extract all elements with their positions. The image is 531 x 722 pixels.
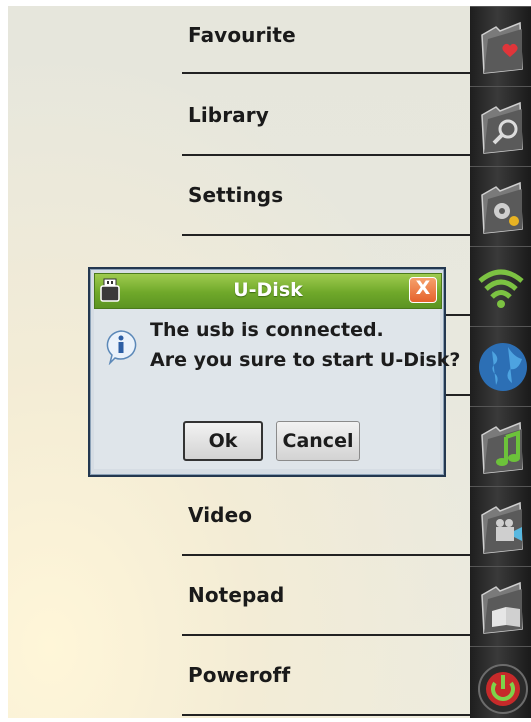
folder-book-icon[interactable] [470, 566, 531, 646]
menu-item-label: Settings [188, 183, 284, 207]
info-icon [104, 329, 138, 369]
globe-icon[interactable] [470, 326, 531, 406]
dialog-message-line-1: The usb is connected. [150, 319, 384, 341]
menu-item-favourite[interactable]: Favourite [8, 6, 470, 86]
power-icon[interactable] [470, 646, 531, 718]
ok-button[interactable]: Ok [183, 421, 263, 461]
dialog-title-bar: U-Disk X [94, 273, 442, 309]
menu-item-label: Notepad [188, 583, 285, 607]
udisk-dialog: U-Disk X The usb is connected. Are you s… [88, 267, 460, 477]
menu-item-label: Library [188, 103, 269, 127]
app-icon-sidebar [470, 6, 531, 718]
folder-heart-icon[interactable] [470, 6, 531, 86]
menu-divider [182, 714, 470, 716]
menu-divider [182, 72, 470, 74]
menu-item-poweroff[interactable]: Poweroff [8, 646, 470, 718]
menu-divider [182, 234, 470, 236]
menu-divider [182, 634, 470, 636]
folder-video-icon[interactable] [470, 486, 531, 566]
dialog-body: The usb is connected. Are you sure to st… [94, 309, 460, 469]
close-button[interactable]: X [409, 277, 437, 303]
menu-item-label: Video [188, 503, 253, 527]
dialog-title: U-Disk [233, 279, 303, 301]
menu-item-label: Favourite [188, 23, 296, 47]
folder-search-icon[interactable] [470, 86, 531, 166]
folder-settings-icon[interactable] [470, 166, 531, 246]
cancel-button[interactable]: Cancel [276, 421, 360, 461]
menu-item-label: Poweroff [188, 663, 291, 687]
menu-divider [182, 154, 470, 156]
folder-music-icon[interactable] [470, 406, 531, 486]
menu-divider [182, 554, 470, 556]
device-screen: Favourite Library Settings Video Notepad… [8, 6, 531, 718]
dialog-message-line-2: Are you sure to start U-Disk? [150, 349, 461, 371]
wifi-icon[interactable] [470, 246, 531, 326]
close-icon: X [415, 277, 431, 299]
